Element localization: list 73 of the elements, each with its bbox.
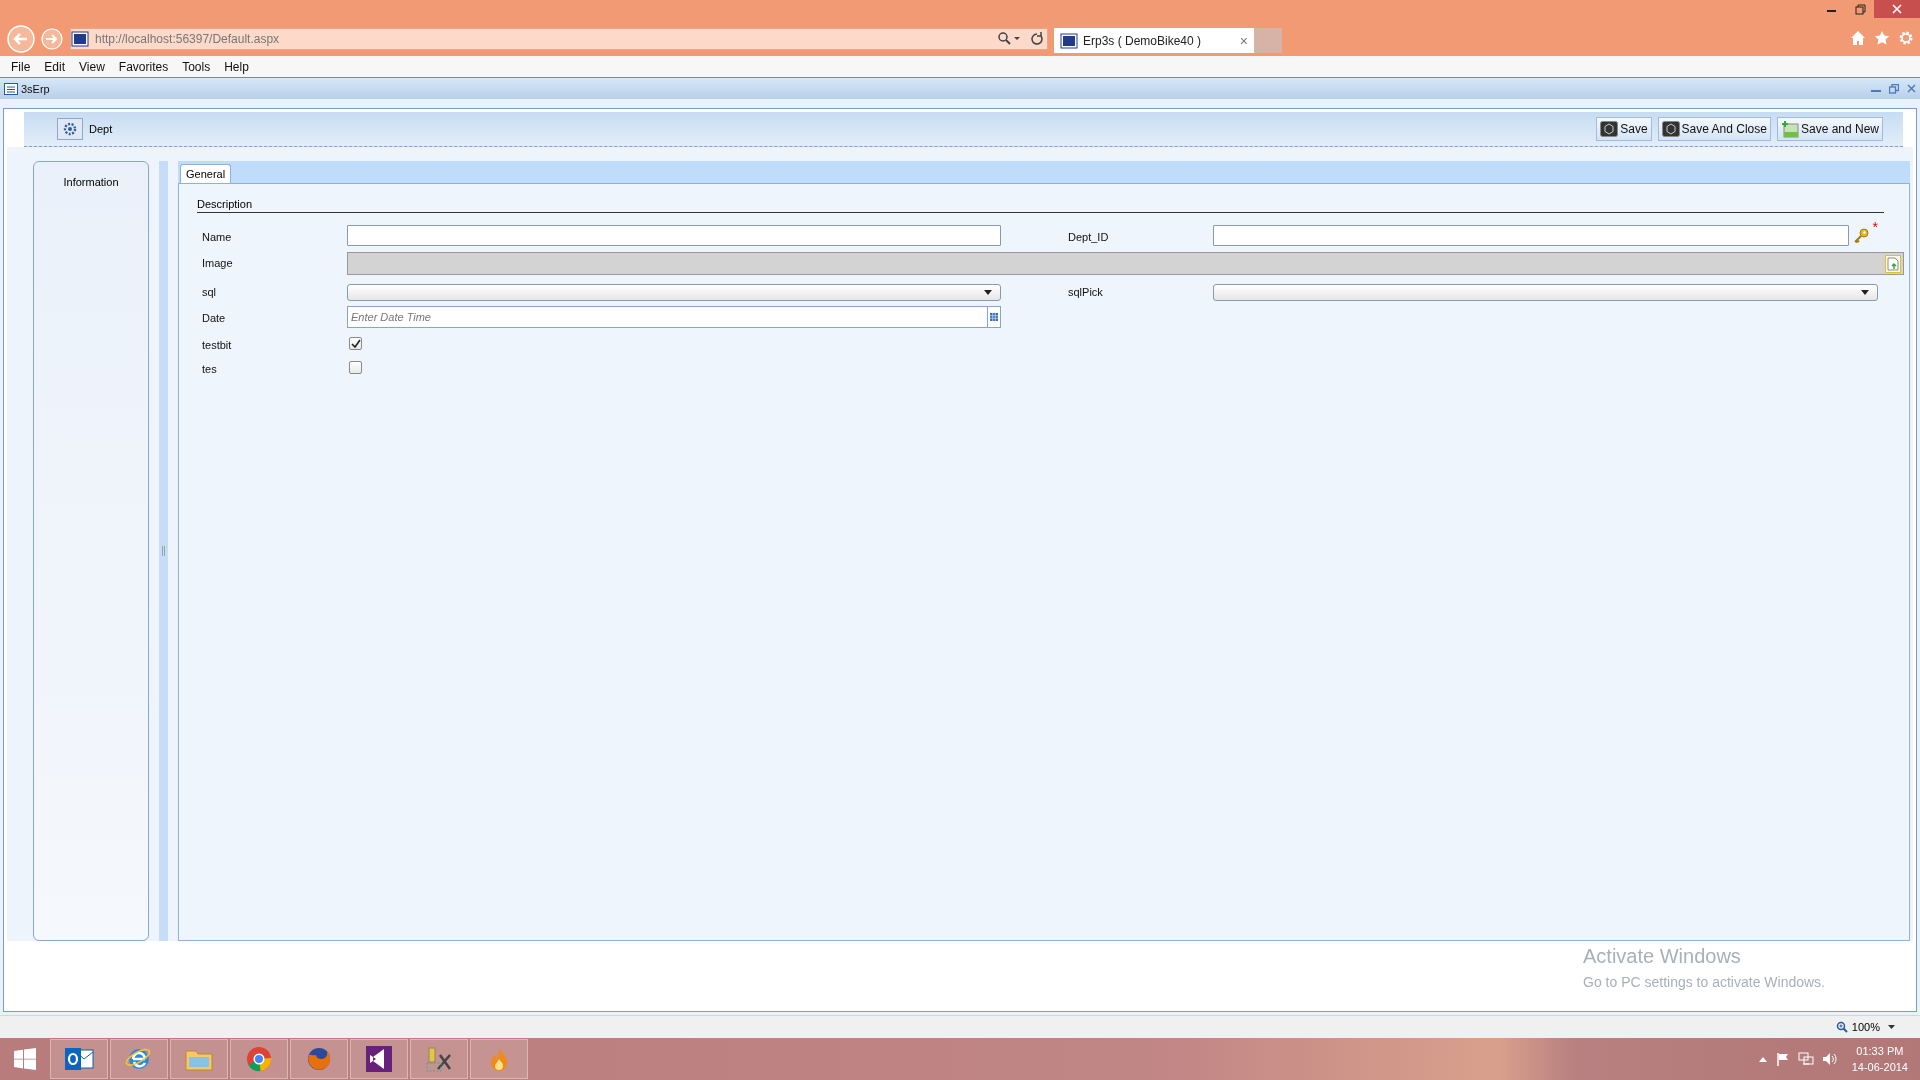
browser-tab[interactable]: Erp3s ( DemoBike40 ) ×: [1054, 28, 1254, 53]
star-icon[interactable]: [1874, 30, 1890, 46]
field-label: Image: [201, 256, 234, 271]
window-icon: [4, 82, 18, 95]
upload-icon[interactable]: [1885, 254, 1901, 273]
caret-icon: [984, 290, 992, 296]
activation-title: Activate Windows: [1583, 945, 1742, 969]
address-bar[interactable]: http://localhost:56397/Default.aspx: [70, 28, 1048, 50]
show-hidden-icon[interactable]: [1757, 1055, 1768, 1063]
menu-item[interactable]: File: [4, 59, 38, 74]
form-title: Dept: [89, 123, 113, 136]
field-label: testbit: [201, 338, 233, 353]
taskbar-button[interactable]: [50, 1039, 108, 1079]
tools-icon: [424, 1045, 454, 1073]
network-icon[interactable]: [1797, 1052, 1814, 1066]
calendar-button[interactable]: [987, 307, 1000, 328]
section-title: Description: [197, 198, 253, 211]
caret-icon: [1861, 290, 1869, 296]
checkbox[interactable]: [349, 361, 362, 375]
menu-item[interactable]: Tools: [175, 59, 218, 74]
sidebar-item[interactable]: Information: [63, 176, 119, 191]
field-label: tes: [201, 362, 218, 377]
site-icon: [71, 31, 89, 47]
site-icon: [1060, 32, 1078, 49]
start-button[interactable]: [13, 1047, 37, 1071]
close-icon: [1892, 4, 1902, 14]
dropdown[interactable]: [1213, 284, 1878, 302]
menu-item[interactable]: Help: [217, 59, 256, 74]
taskbar-button[interactable]: [410, 1039, 468, 1079]
checkbox[interactable]: [349, 337, 362, 351]
close-tab-button[interactable]: ×: [1239, 32, 1248, 49]
app-title: 3sErp: [21, 82, 51, 95]
restore-icon: [1854, 3, 1866, 15]
envelope-icon: [64, 1046, 94, 1072]
taskbar-button[interactable]: [350, 1039, 408, 1079]
forward-button[interactable]: [40, 27, 64, 51]
volume-icon[interactable]: [1821, 1052, 1838, 1066]
key-icon[interactable]: [1852, 227, 1869, 244]
toolbar-button[interactable]: Save And Close: [1657, 117, 1771, 142]
round-logo-icon: [245, 1045, 273, 1073]
home-icon[interactable]: [1850, 30, 1866, 46]
grip-icon: [162, 546, 165, 557]
date-field[interactable]: Enter Date Time: [347, 306, 1001, 329]
add-icon: [1780, 120, 1799, 139]
zoom-icon[interactable]: [1835, 1020, 1848, 1033]
field-label: Date: [201, 311, 227, 326]
toolbar-button[interactable]: Save: [1596, 117, 1652, 142]
zoom-level[interactable]: 100%: [1851, 1020, 1880, 1033]
menu-item[interactable]: View: [72, 59, 112, 74]
taskbar-button[interactable]: [290, 1039, 348, 1079]
close-button[interactable]: [1874, 0, 1920, 18]
menu-item[interactable]: Favorites: [111, 59, 176, 74]
close-button[interactable]: [1907, 84, 1916, 93]
restore-button[interactable]: [1889, 83, 1899, 94]
clock[interactable]: 01:33 PM 14-06-2014: [1851, 1043, 1908, 1075]
input-field[interactable]: [347, 225, 1001, 247]
image-field[interactable]: [347, 252, 1904, 276]
gear-icon: [57, 118, 83, 141]
toolbar-button[interactable]: Save and New: [1776, 117, 1883, 142]
flag-icon[interactable]: [1775, 1052, 1790, 1066]
dropdown[interactable]: [347, 284, 1001, 302]
field-label: Dept_ID: [1067, 230, 1110, 245]
tab[interactable]: General: [180, 164, 232, 184]
menu-item[interactable]: Edit: [37, 59, 73, 74]
activation-message: Go to PC settings to activate Windows.: [1583, 974, 1825, 991]
input-field[interactable]: [1213, 225, 1849, 247]
back-button[interactable]: [6, 24, 36, 54]
field-label: sql: [201, 285, 218, 300]
required-mark: *: [1872, 219, 1878, 236]
calendar-icon: [990, 313, 998, 322]
settings-icon[interactable]: [1898, 30, 1914, 46]
field-label: sqlPick: [1067, 285, 1104, 300]
field-label: Name: [201, 230, 233, 245]
